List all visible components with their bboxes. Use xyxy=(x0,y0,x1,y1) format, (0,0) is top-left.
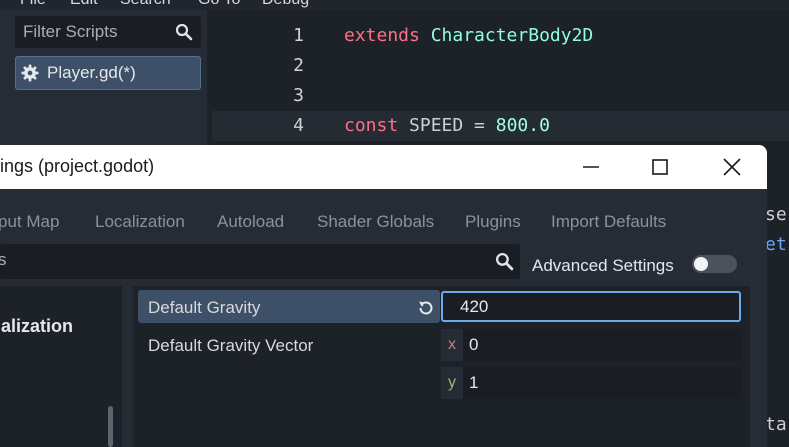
menu-search[interactable]: Search xyxy=(120,0,171,9)
dialog-titlebar[interactable]: ings (project.godot) xyxy=(0,145,767,189)
editor-menubar: File Edit Search Go To Debug xyxy=(0,0,789,10)
peek-text: se xyxy=(765,204,787,225)
minimize-icon xyxy=(583,166,599,168)
tree-section-internationalization[interactable]: nalization xyxy=(0,316,73,337)
peek-text: et xyxy=(765,234,787,255)
code-line-3: 3 xyxy=(212,81,789,111)
code-token: const xyxy=(344,115,399,136)
code-editor[interactable]: 1 extends CharacterBody2D 2 3 4 const SP… xyxy=(212,16,789,160)
axis-x-label: x xyxy=(441,329,463,361)
search-icon xyxy=(175,23,193,41)
code-token: extends xyxy=(344,25,420,46)
gravity-vector-x-value: 0 xyxy=(469,335,479,354)
search-icon xyxy=(495,252,514,271)
maximize-icon xyxy=(652,159,668,175)
default-gravity-value: 420 xyxy=(460,297,489,316)
tab-autoload[interactable]: Autoload xyxy=(217,212,284,232)
menu-goto[interactable]: Go To xyxy=(198,0,240,9)
code-token: 800.0 xyxy=(495,115,550,136)
code-line-4: 4 const SPEED = 800.0 xyxy=(212,111,789,141)
tab-localization[interactable]: Localization xyxy=(95,212,185,232)
gravity-vector-y-input[interactable]: y 1 xyxy=(441,367,741,399)
advanced-settings-toggle[interactable] xyxy=(692,255,737,273)
revert-icon[interactable] xyxy=(416,298,436,318)
line-number: 1 xyxy=(293,25,304,46)
code-line-1: 1 extends CharacterBody2D xyxy=(212,21,789,51)
settings-tabs: put Map Localization Autoload Shader Glo… xyxy=(0,189,767,249)
code-token: CharacterBody2D xyxy=(430,25,594,46)
line-number: 3 xyxy=(293,85,304,106)
editor-left-strip xyxy=(0,10,11,160)
script-item-label: Player.gd(*) xyxy=(47,63,136,82)
menu-debug[interactable]: Debug xyxy=(262,0,309,9)
line-number: 4 xyxy=(293,115,304,136)
gravity-vector-x-input[interactable]: x 0 xyxy=(441,329,741,361)
filter-scripts-placeholder: Filter Scripts xyxy=(23,22,118,41)
default-gravity-input[interactable]: 420 xyxy=(441,291,741,322)
property-label-default-gravity-vector: Default Gravity Vector xyxy=(148,336,314,355)
settings-search-input[interactable]: s xyxy=(0,244,520,279)
close-icon xyxy=(723,158,741,176)
code-line-2: 2 xyxy=(212,51,789,81)
code-text: extends CharacterBody2D xyxy=(344,21,593,51)
settings-category-tree: nalization g xyxy=(0,286,122,447)
tab-input-map[interactable]: put Map xyxy=(0,212,59,232)
peek-text: ta xyxy=(765,414,787,435)
gear-icon xyxy=(21,64,39,82)
filter-scripts-input[interactable]: Filter Scripts xyxy=(15,16,201,48)
toggle-knob xyxy=(694,257,708,271)
dialog-right-edge xyxy=(750,249,767,447)
project-settings-dialog: ings (project.godot) put Map Localizatio… xyxy=(0,145,767,447)
axis-y-label: y xyxy=(441,367,463,399)
code-text: const SPEED = 800.0 xyxy=(344,111,550,141)
gravity-vector-y-value: 1 xyxy=(469,373,479,392)
property-label-default-gravity: Default Gravity xyxy=(148,298,261,317)
menu-file[interactable]: File xyxy=(20,0,46,9)
tab-plugins[interactable]: Plugins xyxy=(465,212,521,232)
advanced-settings-label: Advanced Settings xyxy=(532,256,674,275)
minimize-button[interactable] xyxy=(556,145,626,189)
menu-edit[interactable]: Edit xyxy=(70,0,98,9)
line-number: 2 xyxy=(293,55,304,76)
maximize-button[interactable] xyxy=(625,145,695,189)
tree-scrollbar[interactable] xyxy=(108,406,113,447)
settings-search-placeholder: s xyxy=(0,250,7,269)
code-token: SPEED = xyxy=(398,115,496,136)
tab-import-defaults[interactable]: Import Defaults xyxy=(551,212,666,232)
dialog-title: ings (project.godot) xyxy=(0,156,155,176)
script-list-item-player[interactable]: Player.gd(*) xyxy=(15,56,201,90)
close-button[interactable] xyxy=(697,145,767,189)
tab-shader-globals[interactable]: Shader Globals xyxy=(317,212,434,232)
panel-divider[interactable] xyxy=(122,286,132,447)
